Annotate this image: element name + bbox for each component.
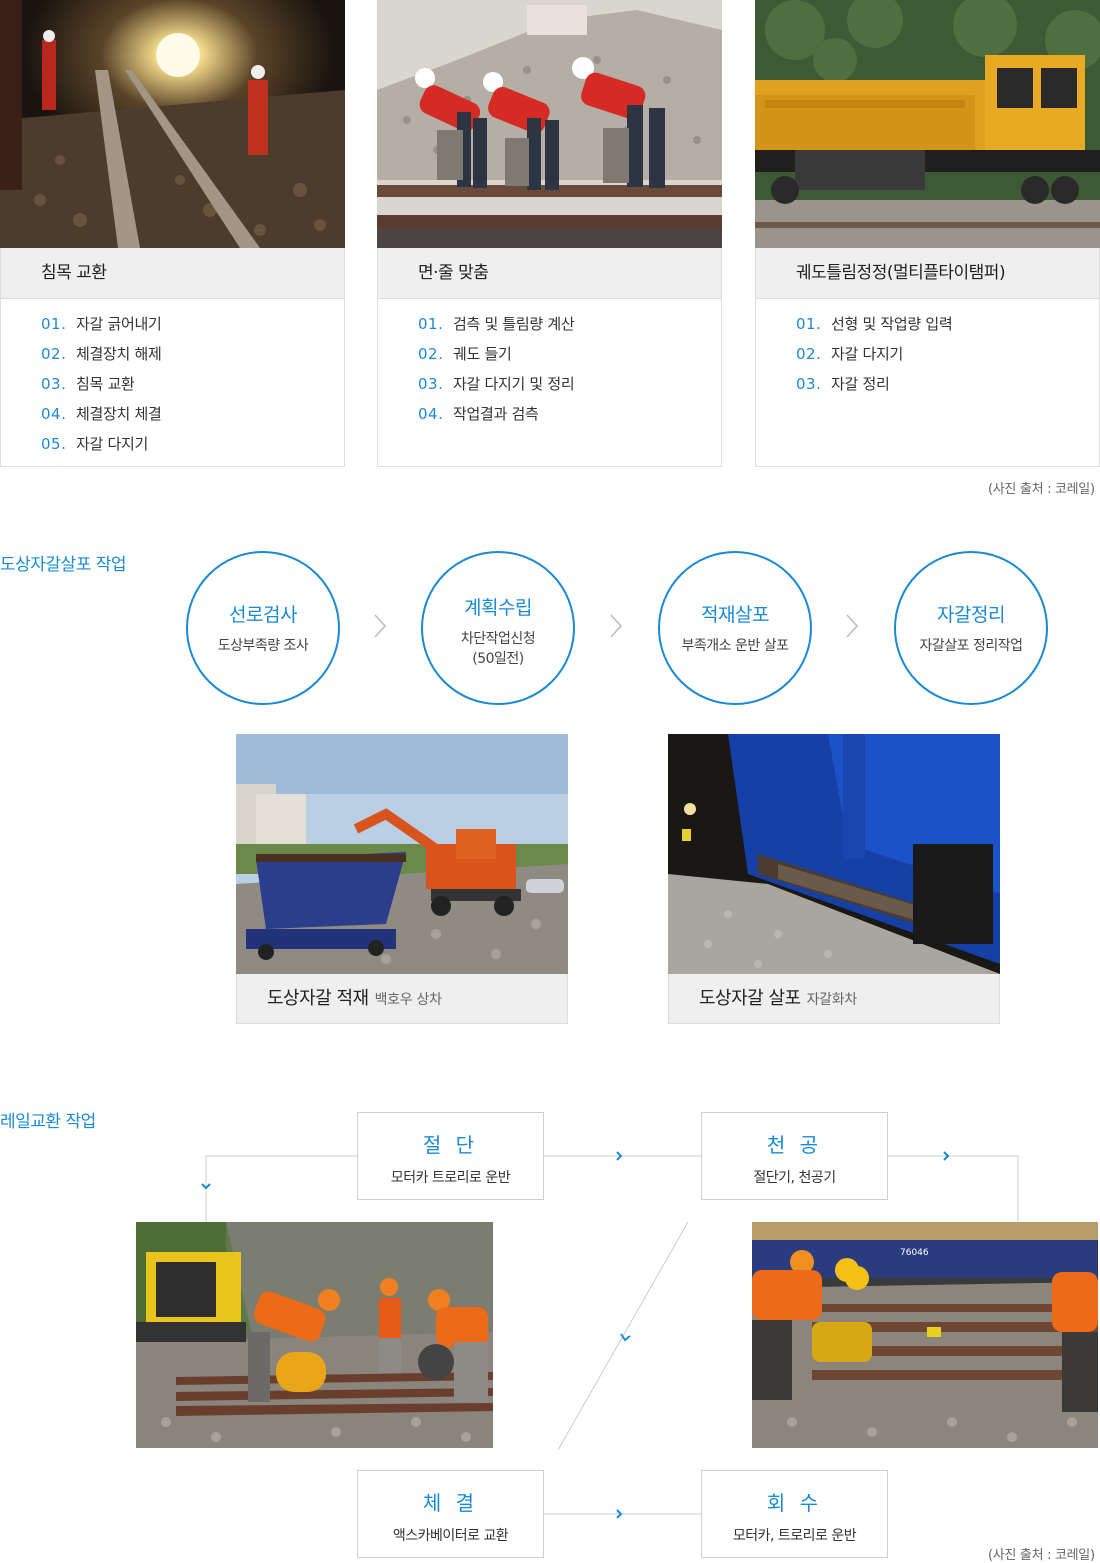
arrow-down-left-icon bbox=[620, 1333, 631, 1342]
rail-cutting-photo bbox=[136, 1222, 493, 1448]
rail-step-sub: 액스카베이터로 교환 bbox=[392, 1528, 509, 1544]
rail-step-title: 절 단 bbox=[422, 1133, 479, 1157]
rail-drilling-photo: 76046 bbox=[752, 1222, 1098, 1448]
rail-step-drill: 천 공 절단기, 천공기 bbox=[701, 1112, 888, 1200]
rail-step-sub: 모터카, 트로리로 운반 bbox=[732, 1528, 857, 1544]
rail-step-sub: 모터카 트로리로 운반 bbox=[390, 1170, 511, 1186]
wagon-number: 76046 bbox=[900, 1248, 929, 1258]
rail-step-cut: 절 단 모터카 트로리로 운반 bbox=[357, 1112, 544, 1200]
rail-step-title: 회 수 bbox=[766, 1491, 823, 1515]
rail-step-title: 천 공 bbox=[766, 1133, 823, 1157]
rail-step-title: 체 결 bbox=[422, 1491, 479, 1515]
rail-step-collect: 회 수 모터카, 트로리로 운반 bbox=[701, 1470, 888, 1558]
rail-step-fasten: 체 결 액스카베이터로 교환 bbox=[357, 1470, 544, 1558]
rail-step-sub: 절단기, 천공기 bbox=[753, 1170, 836, 1186]
photo-credit: (사진 출처 : 코레일) bbox=[988, 1548, 1095, 1563]
